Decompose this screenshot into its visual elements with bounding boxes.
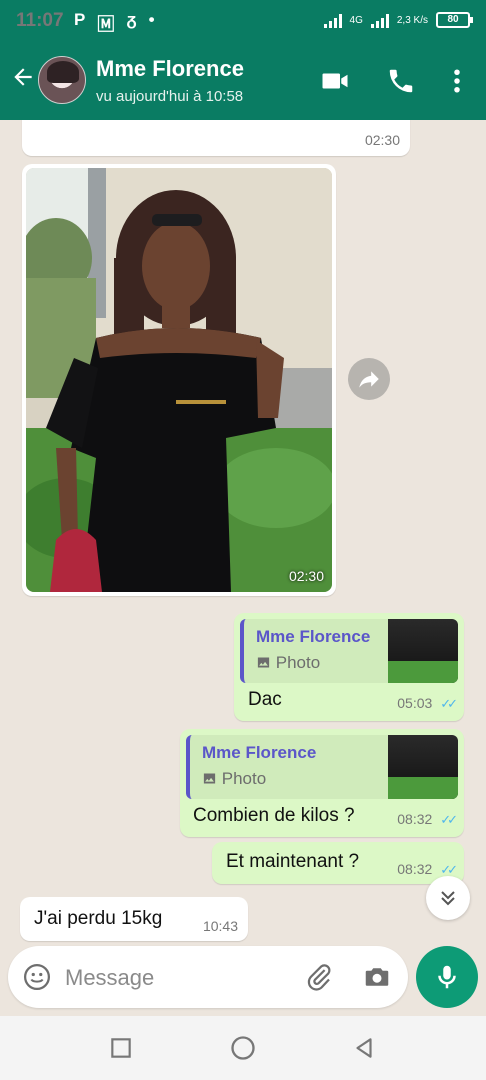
quoted-type-label: Photo: [275, 653, 321, 672]
quoted-type-label: Photo: [221, 769, 267, 788]
message-time: 02:30: [364, 132, 400, 148]
message-composer[interactable]: Message: [8, 946, 408, 1008]
attach-icon[interactable]: [304, 962, 334, 992]
battery-level: 80: [447, 14, 459, 25]
phone-icon[interactable]: [386, 66, 416, 96]
quoted-type: Photo: [256, 653, 320, 673]
forward-button[interactable]: [348, 358, 390, 400]
back-icon[interactable]: [351, 1035, 377, 1061]
chat-area[interactable]: 02:30 02:30 Mme Florence Photo Dac 05:03…: [0, 120, 486, 1020]
message-text: Combien de kilos ?: [193, 805, 355, 826]
video-call-icon[interactable]: [320, 66, 350, 96]
message-time-row: 05:03 ✓✓: [397, 695, 458, 712]
status-bar: 11:07 P 🄼 ᵹ • 4G 2,3 K/s 80: [0, 0, 486, 42]
notification-dot-icon: •: [148, 10, 155, 29]
notification-m-icon: 🄼: [97, 15, 115, 34]
quoted-thumbnail: [388, 619, 458, 683]
contact-name[interactable]: Mme Florence: [96, 56, 244, 82]
forward-icon: [359, 371, 379, 388]
quoted-name: Mme Florence: [256, 627, 371, 646]
quoted-thumbnail: [388, 735, 458, 799]
message-text: Dac: [248, 689, 282, 710]
quoted-photo[interactable]: Mme Florence Photo: [186, 735, 458, 799]
network-type: 4G: [349, 14, 363, 26]
message-time: 08:32: [397, 811, 433, 827]
recent-apps-icon[interactable]: [108, 1035, 134, 1061]
message-outgoing[interactable]: Et maintenant ? 08:32 ✓✓: [212, 842, 464, 884]
photo-message[interactable]: 02:30: [22, 164, 336, 596]
system-navigation-bar: [0, 1016, 486, 1080]
read-ticks-icon: ✓✓: [440, 696, 458, 711]
voice-message-button[interactable]: [416, 946, 478, 1008]
image-icon: [203, 773, 216, 784]
camera-icon[interactable]: [362, 962, 392, 992]
reply-message-1[interactable]: Mme Florence Photo Dac 05:03 ✓✓: [234, 613, 464, 721]
double-chevron-down-icon: [441, 891, 455, 906]
last-seen: vu aujourd'hui à 10:58: [96, 88, 244, 105]
message-time: 08:32: [397, 861, 433, 877]
notification-p-icon: P: [74, 10, 86, 29]
scroll-down-button[interactable]: [426, 876, 470, 920]
message-time-row: 08:32 ✓✓: [397, 811, 458, 828]
data-speed: 2,3 K/s: [396, 14, 428, 26]
notification-app-icon: ᵹ: [126, 10, 137, 29]
status-right: 4G 2,3 K/s 80: [323, 12, 473, 28]
more-options-icon[interactable]: [442, 66, 472, 96]
message-time: 05:03: [397, 695, 433, 711]
battery-icon: 80: [436, 12, 473, 28]
photo-image[interactable]: 02:30: [26, 168, 332, 592]
image-icon: [257, 657, 270, 668]
back-arrow-icon[interactable]: [10, 64, 36, 90]
signal-2-icon: [370, 12, 389, 28]
woman-photo: [26, 168, 332, 592]
top-bar: 11:07 P 🄼 ᵹ • 4G 2,3 K/s 80 Mme Florence…: [0, 0, 486, 120]
notification-icons: P 🄼 ᵹ •: [74, 10, 155, 35]
signal-icon: [323, 12, 342, 28]
read-ticks-icon: ✓✓: [440, 812, 458, 827]
message-text: J'ai perdu 15kg: [34, 908, 163, 929]
chat-header: Mme Florence vu aujourd'hui à 10:58: [0, 42, 486, 120]
emoji-icon[interactable]: [22, 962, 52, 992]
message-input[interactable]: Message: [65, 965, 154, 991]
quoted-type: Photo: [202, 769, 266, 789]
quoted-photo[interactable]: Mme Florence Photo: [240, 619, 458, 683]
home-icon[interactable]: [229, 1034, 257, 1062]
status-time: 11:07: [16, 10, 64, 31]
message-incoming[interactable]: J'ai perdu 15kg 10:43: [20, 897, 248, 941]
quoted-name: Mme Florence: [202, 743, 317, 762]
reply-message-2[interactable]: Mme Florence Photo Combien de kilos ? 08…: [180, 729, 464, 837]
message-text: Et maintenant ?: [226, 851, 360, 872]
message-bubble-cut[interactable]: 02:30: [22, 120, 410, 156]
microphone-icon: [438, 965, 456, 989]
avatar[interactable]: [38, 56, 86, 104]
photo-time: 02:30: [288, 568, 324, 584]
message-time: 10:43: [202, 918, 238, 934]
